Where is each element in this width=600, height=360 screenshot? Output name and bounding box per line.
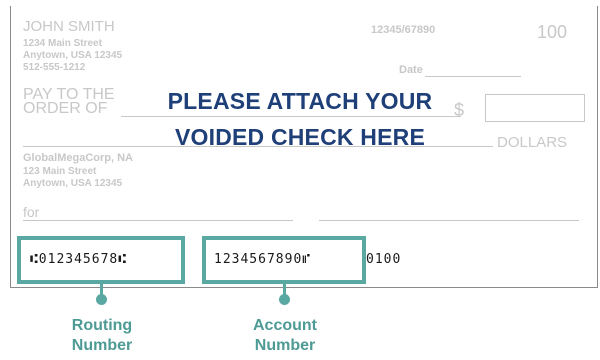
routing-connector-dot [96,294,107,305]
bank-address-line2: Anytown, USA 12345 [23,178,123,189]
account-label-line2: Number [254,337,316,354]
attach-instruction-line2: VOIDED CHECK HERE [174,124,426,150]
account-label-line1: Account [253,317,317,334]
payer-name: JOHN SMITH [23,18,115,35]
date-line [425,76,521,77]
payer-address-line1: 1234 Main Street [23,38,102,49]
attach-instruction-line1: PLEASE ATTACH YOUR [167,88,433,114]
micr-account-number: 1234567890⑈ [214,252,312,267]
account-number-label: Account Number [225,316,345,356]
bank-name: GlobalMegaCorp, NA [23,152,134,164]
bank-address-line1: 123 Main Street [23,166,97,177]
memo-line [23,220,293,221]
payee-line [121,116,461,117]
account-connector-dot [279,294,290,305]
micr-check-number: 0100 [366,252,402,267]
memo-label: for [23,204,40,220]
signature-line [319,220,579,221]
routing-label-line1: Routing [71,317,133,334]
payer-address-line2: Anytown, USA 12345 [23,50,123,61]
micr-routing-number: ⑆012345678⑆ [30,252,128,267]
routing-number-label: Routing Number [42,316,162,356]
date-label: Date [399,64,423,76]
fraction-code: 12345/67890 [371,24,436,36]
check-number: 100 [537,22,568,42]
payer-phone: 512-555-1212 [23,62,86,73]
routing-label-line2: Number [71,337,133,354]
